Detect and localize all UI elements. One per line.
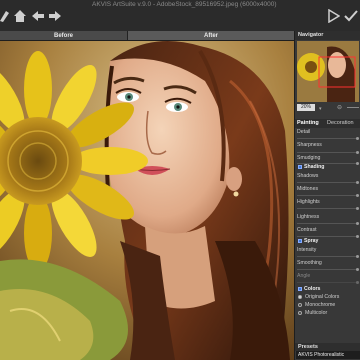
label-original-colors: Original Colors xyxy=(305,294,340,300)
label-midtones: Midtones xyxy=(297,186,319,192)
tab-before-label: Before xyxy=(53,32,73,39)
label-contrast: Contrast xyxy=(297,227,317,233)
home-icon[interactable] xyxy=(13,8,27,24)
tab-after-label: After xyxy=(203,32,218,39)
zoom-slider[interactable] xyxy=(347,107,359,108)
tab-decoration[interactable]: Decoration xyxy=(327,120,354,126)
label-detail: Detail xyxy=(297,129,311,135)
settings-panel: Navigator 20% ▾ ⊖ Painting Decoration De… xyxy=(294,31,360,360)
painting-image xyxy=(0,41,294,360)
label-highlights: Highlights xyxy=(297,199,320,205)
settings-tabs: Painting Decoration xyxy=(295,119,360,128)
smoothing-slider[interactable] xyxy=(297,268,359,271)
highlights-slider[interactable] xyxy=(297,207,359,210)
spray-checkbox[interactable] xyxy=(298,239,302,243)
navigator-preview[interactable] xyxy=(297,41,359,102)
window-title: AKVIS ArtSuite v.9.0 - AdobeStock_895169… xyxy=(92,1,277,8)
label-lightness: Lightness xyxy=(297,214,320,220)
radio-original-colors[interactable] xyxy=(298,295,302,299)
play-icon[interactable] xyxy=(328,8,340,24)
title-bar: AKVIS ArtSuite v.9.0 - AdobeStock_895169… xyxy=(0,0,360,32)
view-tabs: Before After xyxy=(0,31,294,41)
label-sharpness: Sharpness xyxy=(297,142,322,148)
radio-multicolor[interactable] xyxy=(298,311,302,315)
shadows-slider[interactable] xyxy=(297,181,359,184)
tab-before[interactable]: Before xyxy=(0,31,128,40)
apply-icon[interactable] xyxy=(344,8,358,24)
label-intensity: Intensity xyxy=(297,247,317,253)
colors-checkbox[interactable] xyxy=(298,287,302,291)
presets-header: Presets xyxy=(295,343,360,351)
intensity-slider[interactable] xyxy=(297,255,359,258)
sharpness-slider[interactable] xyxy=(297,151,359,154)
lightness-slider[interactable] xyxy=(297,222,359,225)
radio-monochrome[interactable] xyxy=(298,303,302,307)
preset-value: AKVIS Photorealistic xyxy=(298,352,345,358)
midtones-slider[interactable] xyxy=(297,194,359,197)
tab-after[interactable]: After xyxy=(128,31,294,40)
label-smoothing: Smoothing xyxy=(297,260,322,266)
brush-icon[interactable] xyxy=(0,8,10,24)
contrast-slider[interactable] xyxy=(297,235,359,238)
zoom-out-icon[interactable]: ⊖ xyxy=(337,104,342,111)
label-smudging: Smudging xyxy=(297,155,321,161)
navigator-title: Navigator xyxy=(298,32,324,38)
redo-icon[interactable] xyxy=(48,8,62,24)
undo-icon[interactable] xyxy=(31,8,45,24)
presets-title: Presets xyxy=(298,344,318,350)
label-angle: Angle xyxy=(297,273,311,279)
zoom-value[interactable]: 20% xyxy=(297,104,315,111)
detail-slider[interactable] xyxy=(297,137,359,140)
zoom-bar: 20% ▾ ⊖ xyxy=(297,104,359,112)
label-monochrome: Monochrome xyxy=(305,302,336,308)
tab-painting[interactable]: Painting xyxy=(297,120,319,126)
shading-title: Shading xyxy=(304,164,325,170)
spray-title: Spray xyxy=(304,238,319,244)
image-canvas[interactable] xyxy=(0,41,294,360)
colors-title: Colors xyxy=(304,286,321,292)
shading-checkbox[interactable] xyxy=(298,165,302,169)
label-shadows: Shadows xyxy=(297,173,319,179)
preset-dropdown[interactable]: AKVIS Photorealistic xyxy=(296,351,360,359)
angle-slider[interactable] xyxy=(297,281,359,284)
label-multicolor: Multicolor xyxy=(305,310,328,316)
chevron-down-icon[interactable]: ▾ xyxy=(319,106,322,112)
navigator-header: Navigator xyxy=(295,31,360,40)
